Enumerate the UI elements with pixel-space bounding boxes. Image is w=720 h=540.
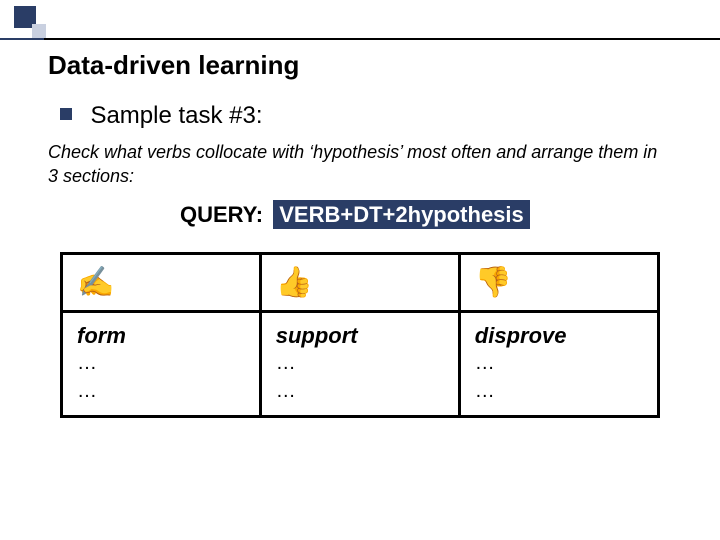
query-label: QUERY:: [180, 202, 263, 227]
deco-square-light: [32, 24, 46, 38]
query-value: VERB+DT+2hypothesis: [273, 200, 530, 229]
col1-body: form … …: [62, 312, 261, 417]
col3-r2: …: [475, 377, 643, 405]
header-rule: [0, 38, 720, 40]
bullet-icon: [60, 108, 72, 120]
query-line: QUERY: VERB+DT+2hypothesis: [180, 202, 530, 228]
col3-word: disprove: [475, 323, 643, 349]
col3-r1: …: [475, 349, 643, 377]
thumbs-down-icon: 👎: [475, 265, 512, 300]
table-row-icons: ✍ 👍 👎: [62, 254, 659, 312]
slide: Data-driven learning Sample task #3: Che…: [0, 0, 720, 540]
header-rule-accent: [0, 38, 44, 40]
instruction-text: Check what verbs collocate with ‘hypothe…: [48, 140, 668, 189]
col2-icon-cell: 👍: [260, 254, 459, 312]
col2-r2: …: [276, 377, 444, 405]
col1-word: form: [77, 323, 245, 349]
col1-r2: …: [77, 377, 245, 405]
col1-r1: …: [77, 349, 245, 377]
col2-r1: …: [276, 349, 444, 377]
col2-word: support: [276, 323, 444, 349]
collocation-table: ✍ 👍 👎 form … … support … … disprove … …: [60, 252, 660, 418]
col1-icon-cell: ✍: [62, 254, 261, 312]
bullet-1: Sample task #3:: [60, 102, 263, 130]
corner-deco: [0, 0, 720, 40]
thumbs-up-icon: 👍: [276, 265, 313, 300]
col3-body: disprove … …: [459, 312, 658, 417]
slide-title: Data-driven learning: [48, 50, 299, 81]
col3-icon-cell: 👎: [459, 254, 658, 312]
writing-hand-icon: ✍: [77, 265, 114, 300]
col2-body: support … …: [260, 312, 459, 417]
bullet-1-text: Sample task #3:: [90, 102, 262, 129]
table-row-body: form … … support … … disprove … …: [62, 312, 659, 417]
